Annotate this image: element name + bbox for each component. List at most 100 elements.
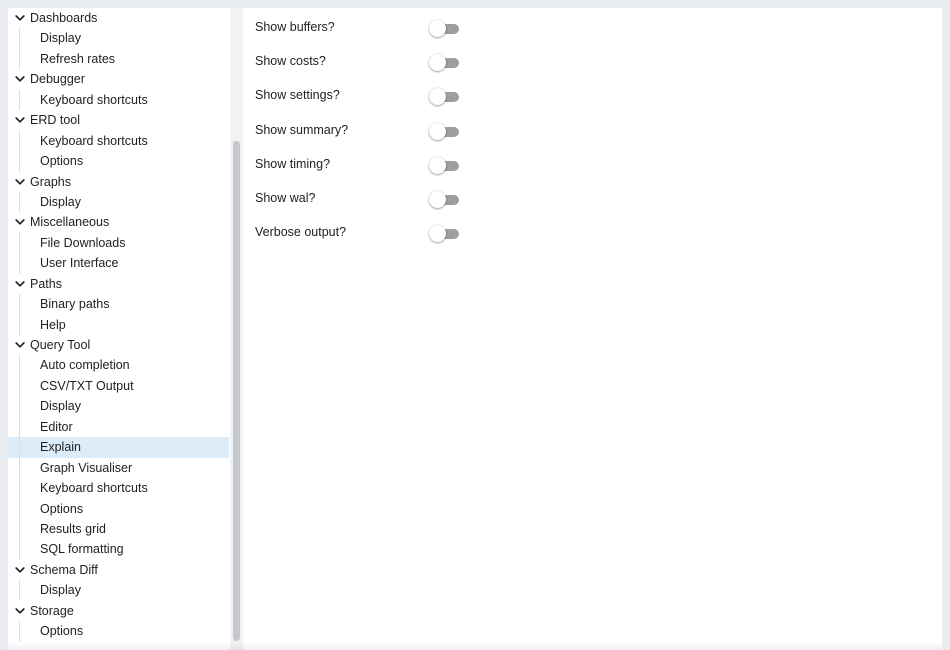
tree-item-binary-paths[interactable]: Binary paths (8, 294, 229, 315)
tree-item-graph-visualiser[interactable]: Graph Visualiser (8, 457, 229, 479)
toggle-switch[interactable] (425, 223, 461, 245)
tree-item-keyboard-shortcuts[interactable]: Keyboard shortcuts (8, 130, 229, 152)
tree-item-options[interactable]: Options (8, 498, 229, 519)
tree-scrollbar-thumb[interactable] (233, 141, 240, 641)
tree-item-label: Display (40, 399, 81, 414)
chevron-down-icon[interactable] (13, 69, 27, 89)
tree-item-refresh-rates[interactable]: Refresh rates (8, 48, 229, 70)
tree-group-dashboards[interactable]: Dashboards (8, 8, 229, 28)
tree-group-label: Miscellaneous (30, 215, 110, 230)
toggle-knob (429, 20, 446, 37)
tree-guide-line (19, 478, 20, 499)
tree-guide-line (19, 191, 20, 213)
option-row-verbose-output: Verbose output? (255, 219, 935, 249)
tree-scrollbar[interactable] (230, 8, 243, 650)
tree-item-label: Refresh rates (40, 51, 116, 66)
tree-item-help[interactable]: Help (8, 314, 229, 335)
tree-item-results-grid[interactable]: Results grid (8, 518, 229, 540)
chevron-down-icon[interactable] (13, 172, 27, 192)
tree-guide-line (19, 457, 20, 479)
tree-item-csv-txt-output[interactable]: CSV/TXT Output (8, 375, 229, 397)
tree-group-label: Debugger (30, 72, 85, 87)
tree-guide-line (19, 355, 20, 376)
tree-group-graphs[interactable]: Graphs (8, 172, 229, 192)
toggle-knob (429, 191, 446, 208)
toggle-switch[interactable] (425, 189, 461, 211)
tree-item-label: SQL formatting (40, 542, 124, 557)
tree-group-label: Storage (30, 603, 74, 618)
option-label: Verbose output? (255, 225, 347, 240)
tree-group-query-tool[interactable]: Query Tool (8, 335, 229, 355)
tree-item-label: Options (40, 501, 84, 516)
tree-group-erd-tool[interactable]: ERD tool (8, 110, 229, 130)
tree-group-label: ERD tool (30, 113, 81, 128)
tree-guide-line (19, 621, 20, 642)
option-label: Show costs? (255, 54, 326, 69)
tree-group-schema-diff[interactable]: Schema Diff (8, 560, 229, 580)
toggle-switch[interactable] (425, 18, 461, 40)
tree-group-label: Query Tool (30, 338, 91, 352)
chevron-down-icon[interactable] (13, 110, 27, 130)
tree-group-label: Schema Diff (30, 562, 98, 577)
tree-group-miscellaneous[interactable]: Miscellaneous (8, 212, 229, 232)
tree-guide-line (19, 518, 20, 540)
chevron-down-icon[interactable] (13, 8, 27, 28)
tree-item-label: Display (40, 31, 81, 46)
chevron-down-icon[interactable] (13, 560, 27, 580)
toggle-switch[interactable] (425, 52, 461, 74)
option-label: Show settings? (255, 88, 340, 103)
chevron-down-icon[interactable] (13, 274, 27, 294)
chevron-down-icon[interactable] (13, 212, 27, 232)
tree-item-auto-completion[interactable]: Auto completion (8, 355, 229, 376)
tree-item-keyboard-shortcuts[interactable]: Keyboard shortcuts (8, 89, 229, 111)
option-row-show-wal: Show wal? (255, 185, 935, 215)
tree-item-display[interactable]: Display (8, 580, 229, 601)
toggle-switch[interactable] (425, 155, 461, 177)
option-label: Show wal? (255, 191, 316, 205)
tree-item-display[interactable]: Display (8, 28, 229, 49)
option-label: Show timing? (255, 156, 331, 171)
chevron-down-icon[interactable] (13, 335, 27, 355)
tree-item-label: Graph Visualiser (40, 460, 133, 475)
toggle-knob (429, 54, 446, 72)
tree-item-display[interactable]: Display (8, 191, 229, 213)
tree-group-paths[interactable]: Paths (8, 274, 229, 294)
tree-group-label: Graphs (30, 174, 71, 189)
tree-item-label: CSV/TXT Output (40, 378, 134, 393)
tree-group-label: Dashboards (30, 11, 98, 25)
tree-guide-line (19, 314, 20, 335)
tree-item-sql-formatting[interactable]: SQL formatting (8, 539, 229, 560)
tree-item-editor[interactable]: Editor (8, 416, 229, 438)
tree-item-file-downloads[interactable]: File Downloads (8, 232, 229, 254)
toggle-switch[interactable] (425, 121, 461, 143)
tree-group-storage[interactable]: Storage (8, 601, 229, 621)
tree-guide-line (19, 294, 20, 315)
tree-guide-line (19, 253, 20, 274)
tree-item-label: Options (40, 624, 84, 639)
tree-group-debugger[interactable]: Debugger (8, 69, 229, 89)
tree-guide-line (19, 130, 20, 152)
tree-guide-line (19, 580, 20, 601)
tree-item-explain[interactable]: Explain (8, 437, 229, 458)
preferences-dialog: Dashboards Display Refresh rates Debugger Ke… (8, 8, 942, 650)
tree-item-label: User Interface (40, 256, 119, 271)
tree-item-keyboard-shortcuts[interactable]: Keyboard shortcuts (8, 478, 229, 499)
dialog-bottom-edge (8, 642, 942, 650)
toggle-knob (429, 88, 446, 106)
tree-item-user-interface[interactable]: User Interface (8, 253, 229, 274)
tree-guide-line (19, 396, 20, 417)
tree-item-label: Display (40, 583, 81, 598)
tree-item-options[interactable]: Options (8, 151, 229, 172)
tree-item-options[interactable]: Options (8, 621, 229, 642)
tree-item-label: Results grid (40, 521, 106, 536)
chevron-down-icon[interactable] (13, 601, 27, 621)
toggle-switch[interactable] (425, 86, 461, 108)
tree-guide-line (19, 375, 20, 397)
explain-preferences-panel: Show buffers? Show costs? Show settings? Sh… (243, 8, 942, 650)
tree-item-display[interactable]: Display (8, 396, 229, 417)
tree-item-label: Keyboard shortcuts (40, 133, 148, 148)
tree-item-label: Keyboard shortcuts (40, 481, 148, 496)
toggle-knob (429, 225, 446, 243)
tree-item-label: Binary paths (40, 297, 110, 312)
tree-guide-line (19, 498, 20, 519)
